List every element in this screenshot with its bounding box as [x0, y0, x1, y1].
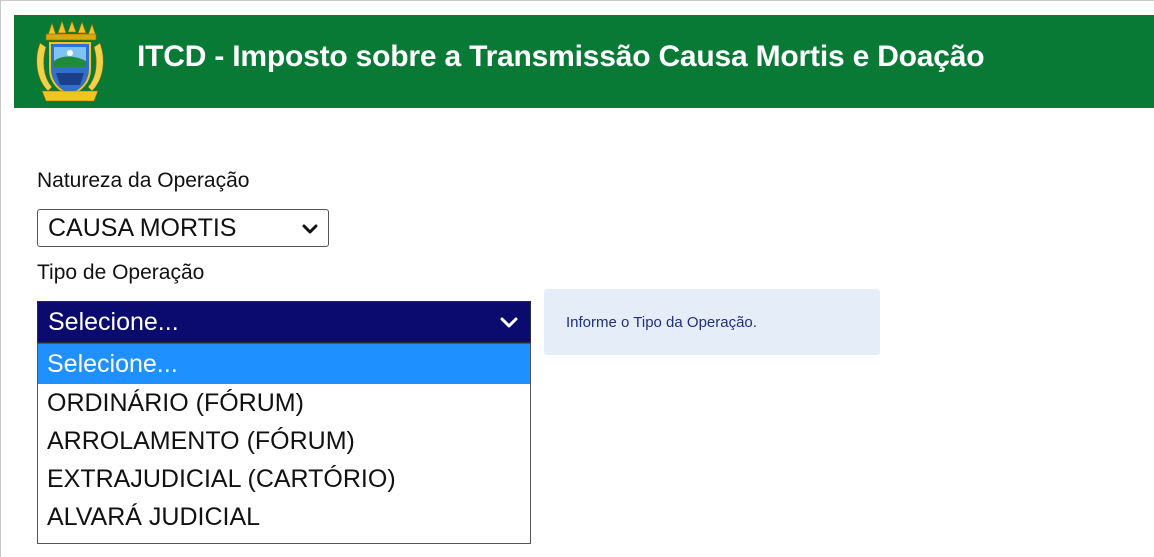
tipo-label: Tipo de Operação	[37, 261, 205, 284]
page-frame: ITCD - Imposto sobre a Transmissão Causa…	[0, 0, 1154, 557]
tipo-select[interactable]: Selecione...	[37, 301, 531, 343]
chevron-down-icon	[500, 317, 518, 328]
page-header: ITCD - Imposto sobre a Transmissão Causa…	[14, 15, 1154, 108]
tipo-dropdown-list: Selecione... ORDINÁRIO (FÓRUM) ARROLAMEN…	[37, 343, 531, 544]
tipo-select-value: Selecione...	[48, 307, 179, 336]
natureza-select[interactable]: CAUSA MORTIS	[37, 209, 329, 247]
page-title: ITCD - Imposto sobre a Transmissão Causa…	[137, 40, 985, 73]
dropdown-option-extrajudicial[interactable]: EXTRAJUDICIAL (CARTÓRIO)	[38, 460, 530, 498]
dropdown-option-selecione[interactable]: Selecione...	[38, 344, 530, 384]
tooltip-text: Informe o Tipo da Operação.	[566, 313, 757, 331]
natureza-label: Natureza da Operação	[37, 169, 250, 192]
dropdown-option-alvara[interactable]: ALVARÁ JUDICIAL	[38, 498, 530, 536]
natureza-select-value: CAUSA MORTIS	[48, 213, 237, 242]
state-coat-of-arms-icon	[36, 21, 104, 102]
dropdown-option-ordinario[interactable]: ORDINÁRIO (FÓRUM)	[38, 384, 530, 422]
dropdown-option-arrolamento[interactable]: ARROLAMENTO (FÓRUM)	[38, 422, 530, 460]
validation-tooltip: Informe o Tipo da Operação.	[544, 289, 880, 355]
chevron-down-icon	[302, 224, 318, 234]
